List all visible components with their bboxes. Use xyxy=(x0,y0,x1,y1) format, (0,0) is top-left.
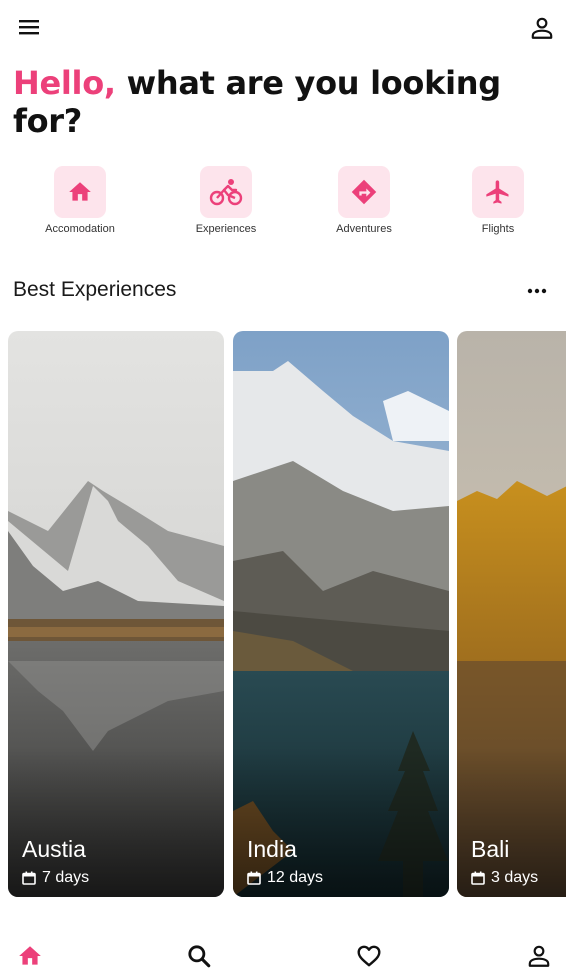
experience-carousel[interactable]: Austia 7 days India 12 days Bali 3 days xyxy=(0,331,566,897)
greeting-text: Hello, xyxy=(13,64,116,102)
nav-home[interactable] xyxy=(10,938,50,974)
experience-card[interactable]: Bali 3 days xyxy=(457,331,566,897)
card-days: 3 days xyxy=(491,869,539,886)
nav-profile[interactable] xyxy=(519,938,559,974)
profile-icon xyxy=(528,945,550,967)
more-horizontal-icon xyxy=(527,288,547,294)
category-experiences[interactable]: Experiences xyxy=(171,166,281,235)
experience-card[interactable]: India 12 days xyxy=(233,331,449,897)
experience-card[interactable]: Austia 7 days xyxy=(8,331,224,897)
category-tile xyxy=(472,166,524,218)
card-duration: 12 days xyxy=(247,869,323,887)
calendar-icon xyxy=(471,871,485,885)
page-heading: Hello, what are you looking for? xyxy=(13,64,533,140)
bottom-navigation xyxy=(0,920,572,976)
card-duration: 3 days xyxy=(471,869,538,887)
card-title: India xyxy=(247,836,297,862)
profile-button[interactable] xyxy=(524,10,560,46)
category-adventures[interactable]: Adventures xyxy=(309,166,419,235)
category-row: Accomodation Experiences Adventures Flig… xyxy=(0,166,572,246)
card-days: 12 days xyxy=(267,869,324,886)
menu-button[interactable] xyxy=(12,12,48,42)
menu-icon xyxy=(19,20,39,35)
bicycle-icon xyxy=(209,179,243,206)
card-days: 7 days xyxy=(42,869,90,886)
search-icon xyxy=(188,945,211,968)
category-label: Flights xyxy=(481,223,515,235)
card-title: Bali xyxy=(471,836,510,862)
category-label: Adventures xyxy=(336,223,392,235)
directions-icon xyxy=(351,179,377,205)
card-title: Austia xyxy=(22,836,86,862)
profile-icon xyxy=(531,17,553,39)
calendar-icon xyxy=(22,871,36,885)
category-tile xyxy=(54,166,106,218)
section-title: Best Experiences xyxy=(13,278,177,301)
category-accomodation[interactable]: Accomodation xyxy=(25,166,135,235)
top-app-bar xyxy=(0,0,572,60)
card-duration: 7 days xyxy=(22,869,89,887)
home-icon xyxy=(69,182,91,201)
category-flights[interactable]: Flights xyxy=(443,166,553,235)
calendar-icon xyxy=(247,871,261,885)
category-label: Experiences xyxy=(195,223,257,235)
category-label: Accomodation xyxy=(45,223,115,235)
airplane-icon xyxy=(486,180,509,204)
more-options-button[interactable] xyxy=(522,280,552,302)
home-icon xyxy=(19,946,41,965)
category-tile xyxy=(200,166,252,218)
nav-favorites[interactable] xyxy=(349,938,389,974)
category-tile xyxy=(338,166,390,218)
nav-search[interactable] xyxy=(179,938,219,974)
heart-icon xyxy=(357,945,381,967)
